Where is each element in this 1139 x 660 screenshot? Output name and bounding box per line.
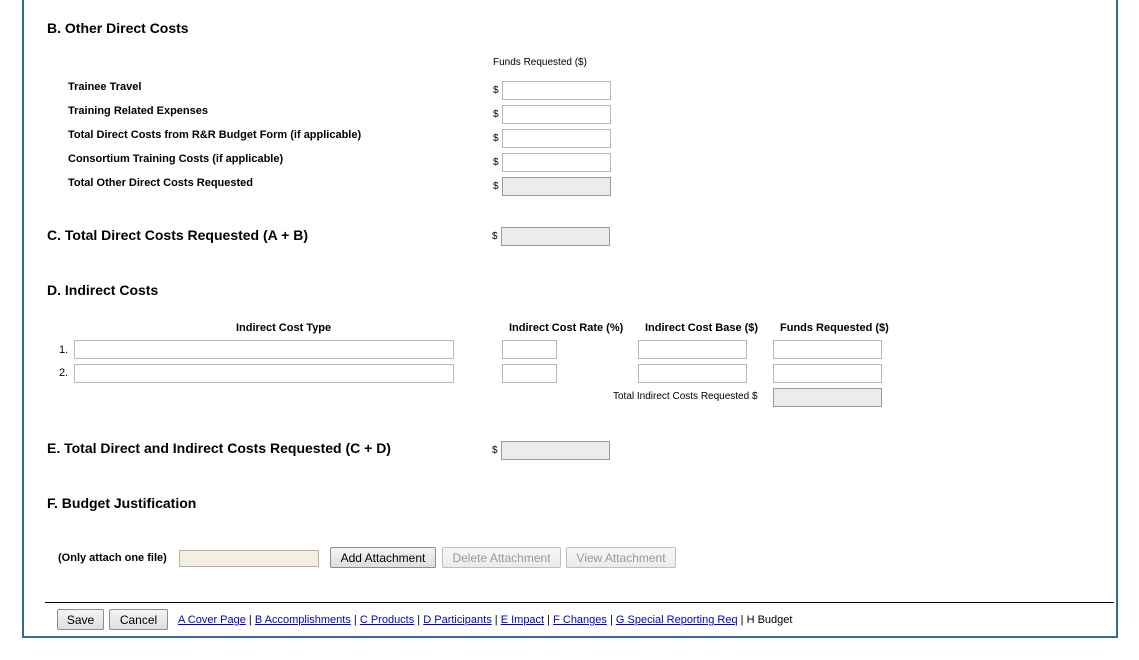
rr-budget-direct-costs-label: Total Direct Costs from R&R Budget Form … (68, 129, 362, 141)
total-direct-costs-field (501, 227, 610, 246)
nav-link-participants[interactable]: D Participants (423, 614, 491, 626)
trainee-travel-input[interactable] (502, 81, 611, 100)
training-related-expenses-label: Training Related Expenses (68, 105, 208, 117)
total-other-direct-costs-label: Total Other Direct Costs Requested (68, 177, 253, 189)
currency-symbol: $ (493, 181, 499, 192)
rr-budget-direct-costs-input[interactable] (502, 129, 611, 148)
nav-link-impact[interactable]: E Impact (501, 614, 544, 626)
consortium-training-costs-label: Consortium Training Costs (if applicable… (68, 153, 284, 165)
delete-attachment-button: Delete Attachment (442, 547, 561, 568)
trainee-travel-label: Trainee Travel (68, 81, 142, 93)
indirect-funds-input-1[interactable] (773, 340, 882, 359)
indirect-cost-rate-input-2[interactable] (502, 364, 557, 383)
section-c-title: C. Total Direct Costs Requested (A + B) (47, 227, 308, 243)
currency-symbol: $ (493, 109, 499, 120)
currency-symbol: $ (493, 157, 499, 168)
attachment-filename-field[interactable] (179, 550, 319, 567)
currency-symbol: $ (493, 133, 499, 144)
currency-symbol: $ (493, 85, 499, 96)
nav-link-special-reporting[interactable]: G Special Reporting Req (616, 614, 738, 626)
indirect-cost-base-header: Indirect Cost Base ($) (645, 322, 759, 334)
attach-note: (Only attach one file) (58, 552, 167, 564)
row-number: 1. (59, 344, 69, 356)
total-other-direct-costs-field (502, 177, 611, 196)
view-attachment-button: View Attachment (566, 547, 676, 568)
indirect-cost-rate-input-1[interactable] (502, 340, 557, 359)
training-related-expenses-input[interactable] (502, 105, 611, 124)
nav-link-cover-page[interactable]: A Cover Page (178, 614, 246, 626)
nav-link-changes[interactable]: F Changes (553, 614, 607, 626)
save-button[interactable]: Save (57, 609, 104, 630)
currency-symbol: $ (492, 231, 498, 242)
section-f-title: F. Budget Justification (47, 495, 197, 511)
funds-requested-header: Funds Requested ($) (493, 57, 587, 68)
cancel-button[interactable]: Cancel (109, 609, 168, 630)
section-b-title: B. Other Direct Costs (47, 20, 189, 36)
row-number: 2. (59, 367, 69, 379)
indirect-cost-type-header: Indirect Cost Type (236, 322, 332, 334)
nav-link-accomplishments[interactable]: B Accomplishments (255, 614, 351, 626)
currency-symbol: $ (492, 445, 498, 456)
add-attachment-button[interactable]: Add Attachment (330, 547, 436, 568)
indirect-cost-type-input-1[interactable] (74, 340, 454, 359)
nav-current-budget: H Budget (746, 614, 793, 626)
footer-separator (45, 602, 1114, 603)
total-indirect-costs-label: Total Indirect Costs Requested $ (613, 391, 758, 402)
indirect-cost-base-input-2[interactable] (638, 364, 747, 383)
indirect-cost-type-input-2[interactable] (74, 364, 454, 383)
nav-link-products[interactable]: C Products (360, 614, 414, 626)
total-indirect-costs-field (773, 388, 882, 407)
section-navigation: A Cover Page | B Accomplishments | C Pro… (178, 614, 793, 626)
consortium-training-costs-input[interactable] (502, 153, 611, 172)
indirect-funds-requested-header: Funds Requested ($) (780, 322, 889, 334)
indirect-cost-rate-header: Indirect Cost Rate (%) (509, 322, 624, 334)
section-e-title: E. Total Direct and Indirect Costs Reque… (47, 440, 391, 456)
total-direct-indirect-costs-field (501, 441, 610, 460)
section-d-title: D. Indirect Costs (47, 282, 159, 298)
indirect-cost-base-input-1[interactable] (638, 340, 747, 359)
indirect-funds-input-2[interactable] (773, 364, 882, 383)
